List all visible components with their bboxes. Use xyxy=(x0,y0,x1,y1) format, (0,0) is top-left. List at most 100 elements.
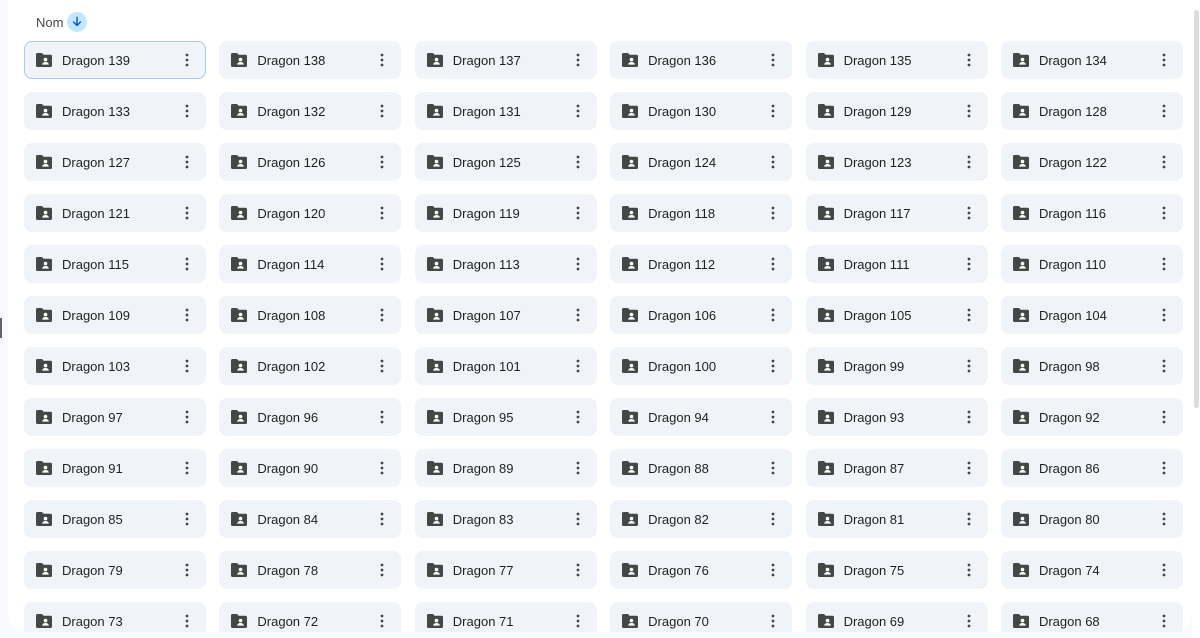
folder-card[interactable]: Dragon 78 xyxy=(219,551,402,589)
more-vert-icon[interactable] xyxy=(960,102,978,120)
more-vert-icon[interactable] xyxy=(960,204,978,222)
folder-card[interactable]: Dragon 120 xyxy=(219,194,402,232)
folder-card[interactable]: Dragon 95 xyxy=(414,398,597,436)
folder-card[interactable]: Dragon 106 xyxy=(610,296,793,334)
folder-card[interactable]: Dragon 125 xyxy=(414,143,597,181)
folder-card[interactable]: Dragon 79 xyxy=(24,551,206,589)
folder-card[interactable]: Dragon 127 xyxy=(24,143,206,181)
more-vert-icon[interactable] xyxy=(960,408,978,426)
more-vert-icon[interactable] xyxy=(373,306,391,324)
folder-card[interactable]: Dragon 93 xyxy=(805,398,988,436)
folder-card[interactable]: Dragon 123 xyxy=(805,143,988,181)
more-vert-icon[interactable] xyxy=(373,204,391,222)
sort-label[interactable]: Nom xyxy=(36,15,63,30)
more-vert-icon[interactable] xyxy=(960,612,978,630)
more-vert-icon[interactable] xyxy=(569,612,587,630)
folder-card[interactable]: Dragon 128 xyxy=(1000,92,1183,130)
folder-card[interactable]: Dragon 70 xyxy=(610,602,793,632)
folder-card[interactable]: Dragon 112 xyxy=(610,245,793,283)
more-vert-icon[interactable] xyxy=(373,153,391,171)
more-vert-icon[interactable] xyxy=(764,510,782,528)
more-vert-icon[interactable] xyxy=(569,408,587,426)
folder-card[interactable]: Dragon 98 xyxy=(1000,347,1183,385)
more-vert-icon[interactable] xyxy=(178,357,196,375)
folder-card[interactable]: Dragon 133 xyxy=(24,92,206,130)
folder-card[interactable]: Dragon 86 xyxy=(1000,449,1183,487)
more-vert-icon[interactable] xyxy=(1155,408,1173,426)
folder-card[interactable]: Dragon 121 xyxy=(24,194,206,232)
more-vert-icon[interactable] xyxy=(1155,102,1173,120)
folder-card[interactable]: Dragon 82 xyxy=(610,500,793,538)
folder-card[interactable]: Dragon 99 xyxy=(805,347,988,385)
folder-card[interactable]: Dragon 88 xyxy=(610,449,793,487)
folder-card[interactable]: Dragon 84 xyxy=(219,500,402,538)
more-vert-icon[interactable] xyxy=(178,153,196,171)
more-vert-icon[interactable] xyxy=(178,408,196,426)
folder-card[interactable]: Dragon 96 xyxy=(219,398,402,436)
more-vert-icon[interactable] xyxy=(764,102,782,120)
folder-card[interactable]: Dragon 85 xyxy=(24,500,206,538)
folder-card[interactable]: Dragon 71 xyxy=(414,602,597,632)
more-vert-icon[interactable] xyxy=(178,510,196,528)
folder-card[interactable]: Dragon 68 xyxy=(1000,602,1183,632)
folder-card[interactable]: Dragon 97 xyxy=(24,398,206,436)
folder-card[interactable]: Dragon 101 xyxy=(414,347,597,385)
more-vert-icon[interactable] xyxy=(1155,510,1173,528)
more-vert-icon[interactable] xyxy=(960,306,978,324)
more-vert-icon[interactable] xyxy=(569,153,587,171)
folder-card[interactable]: Dragon 109 xyxy=(24,296,206,334)
folder-card[interactable]: Dragon 114 xyxy=(219,245,402,283)
sort-direction-button[interactable] xyxy=(67,12,88,32)
folder-card[interactable]: Dragon 87 xyxy=(805,449,988,487)
folder-card[interactable]: Dragon 117 xyxy=(805,194,988,232)
more-vert-icon[interactable] xyxy=(569,204,587,222)
folder-card[interactable]: Dragon 104 xyxy=(1000,296,1183,334)
more-vert-icon[interactable] xyxy=(569,51,587,69)
folder-card[interactable]: Dragon 130 xyxy=(610,92,793,130)
folder-card[interactable]: Dragon 73 xyxy=(24,602,206,632)
folder-card[interactable]: Dragon 122 xyxy=(1000,143,1183,181)
folder-card[interactable]: Dragon 132 xyxy=(219,92,402,130)
folder-card[interactable]: Dragon 110 xyxy=(1000,245,1183,283)
scrollbar-thumb[interactable] xyxy=(1194,10,1199,408)
more-vert-icon[interactable] xyxy=(1155,153,1173,171)
more-vert-icon[interactable] xyxy=(1155,459,1173,477)
more-vert-icon[interactable] xyxy=(178,204,196,222)
more-vert-icon[interactable] xyxy=(1155,357,1173,375)
folder-card[interactable]: Dragon 69 xyxy=(805,602,988,632)
more-vert-icon[interactable] xyxy=(764,561,782,579)
more-vert-icon[interactable] xyxy=(960,255,978,273)
more-vert-icon[interactable] xyxy=(1155,306,1173,324)
more-vert-icon[interactable] xyxy=(178,306,196,324)
more-vert-icon[interactable] xyxy=(764,408,782,426)
folder-card[interactable]: Dragon 116 xyxy=(1000,194,1183,232)
folder-card[interactable]: Dragon 105 xyxy=(805,296,988,334)
more-vert-icon[interactable] xyxy=(569,102,587,120)
more-vert-icon[interactable] xyxy=(764,459,782,477)
more-vert-icon[interactable] xyxy=(960,459,978,477)
more-vert-icon[interactable] xyxy=(960,357,978,375)
more-vert-icon[interactable] xyxy=(373,102,391,120)
folder-card[interactable]: Dragon 102 xyxy=(219,347,402,385)
more-vert-icon[interactable] xyxy=(569,459,587,477)
more-vert-icon[interactable] xyxy=(373,51,391,69)
folder-card[interactable]: Dragon 126 xyxy=(219,143,402,181)
folder-card[interactable]: Dragon 72 xyxy=(219,602,402,632)
folder-card[interactable]: Dragon 100 xyxy=(610,347,793,385)
scrollbar[interactable] xyxy=(1192,0,1200,638)
more-vert-icon[interactable] xyxy=(178,102,196,120)
more-vert-icon[interactable] xyxy=(1155,612,1173,630)
more-vert-icon[interactable] xyxy=(373,561,391,579)
folder-card[interactable]: Dragon 137 xyxy=(414,41,597,79)
more-vert-icon[interactable] xyxy=(569,510,587,528)
more-vert-icon[interactable] xyxy=(178,255,196,273)
more-vert-icon[interactable] xyxy=(373,408,391,426)
folder-card[interactable]: Dragon 139 xyxy=(24,41,206,79)
more-vert-icon[interactable] xyxy=(764,357,782,375)
more-vert-icon[interactable] xyxy=(569,357,587,375)
resize-handle[interactable] xyxy=(0,318,2,338)
more-vert-icon[interactable] xyxy=(373,612,391,630)
more-vert-icon[interactable] xyxy=(178,459,196,477)
folder-card[interactable]: Dragon 138 xyxy=(219,41,402,79)
folder-card[interactable]: Dragon 77 xyxy=(414,551,597,589)
